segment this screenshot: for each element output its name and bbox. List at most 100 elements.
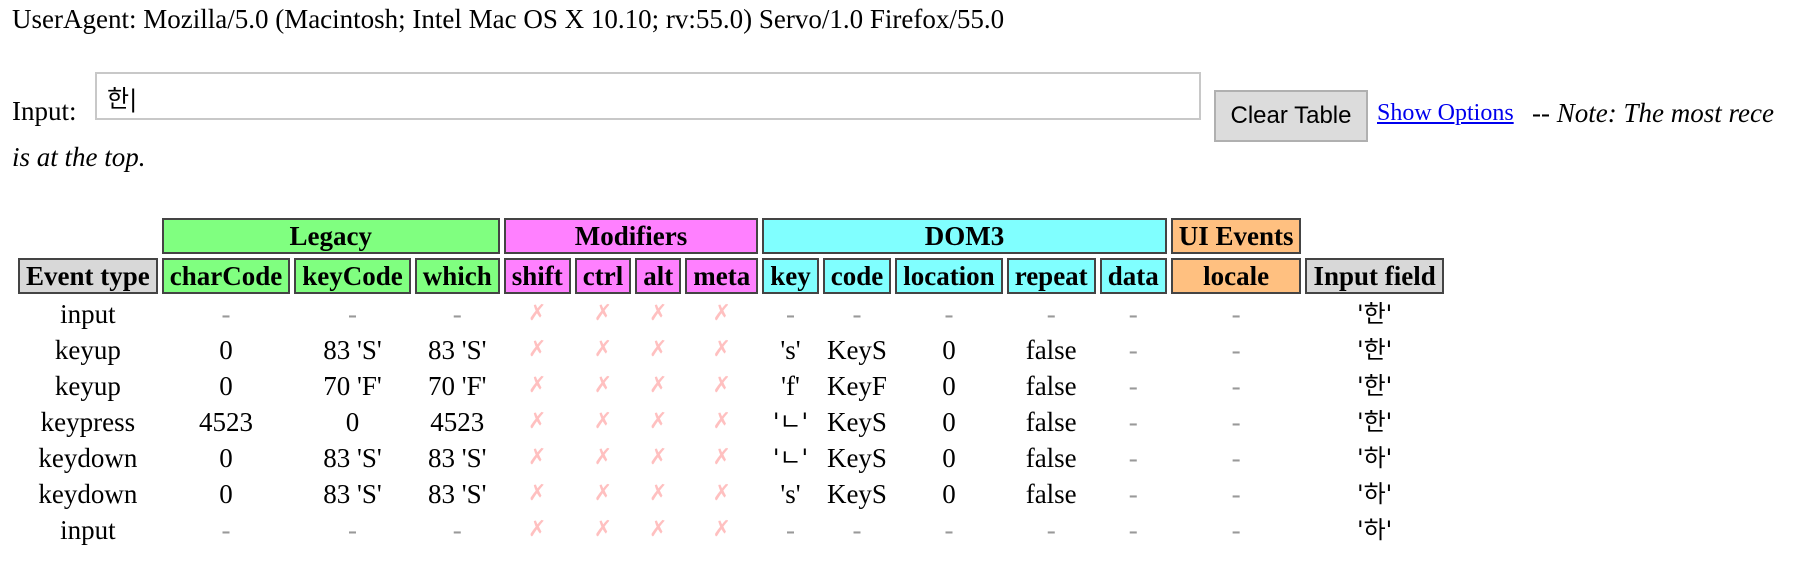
cell-input-field: '하' (1356, 516, 1393, 544)
cell-alt: ✗ (649, 301, 668, 326)
cell-which: - (452, 299, 462, 329)
col-key: key (762, 258, 819, 294)
col-input-field: Input field (1305, 258, 1444, 294)
cell-code: KeyS (826, 335, 887, 365)
cell-event-type: keydown (38, 443, 138, 473)
cell-alt: ✗ (649, 373, 668, 398)
cell-shift: ✗ (528, 445, 547, 470)
cell-event-type: keyup (54, 335, 121, 365)
cell-charcode: 0 (219, 335, 233, 365)
group-header-ui-events: UI Events (1170, 218, 1302, 254)
cell-key: 's' (780, 335, 801, 365)
cell-meta: ✗ (712, 481, 731, 506)
cell-code: - (852, 515, 862, 545)
cell-event-type: keypress (40, 407, 136, 437)
table-row: keyup 0 70 'F' 70 'F' ✗ ✗ ✗ ✗ 'f' KeyF 0… (18, 370, 1444, 402)
cell-alt: ✗ (649, 481, 668, 506)
cell-keycode: 83 'S' (323, 443, 382, 473)
cell-ctrl: ✗ (593, 373, 613, 398)
cell-input-field: '한' (1356, 300, 1393, 328)
cell-data: - (1128, 407, 1138, 437)
col-shift: shift (503, 258, 571, 294)
cell-charcode: 0 (219, 479, 233, 509)
table-row: input - - - ✗ ✗ ✗ ✗ - - - - - - '하' (18, 514, 1444, 546)
cell-location: 0 (942, 479, 956, 509)
cell-repeat: false (1025, 371, 1077, 401)
cell-key: 'f' (781, 371, 800, 401)
col-locale: locale (1170, 258, 1302, 294)
col-location: location (895, 258, 1003, 294)
cell-meta: ✗ (712, 373, 731, 398)
cell-charcode: - (221, 299, 231, 329)
text-input[interactable] (95, 72, 1201, 120)
cell-shift: ✗ (528, 481, 547, 506)
cell-location: - (944, 299, 954, 329)
cell-alt: ✗ (649, 409, 668, 434)
note-text: -- Note: The most rece (1532, 98, 1774, 129)
col-keycode: keyCode (294, 258, 411, 294)
cell-event-type: keydown (38, 479, 138, 509)
cell-data: - (1128, 371, 1138, 401)
cell-ctrl: ✗ (593, 445, 613, 470)
cell-shift: ✗ (528, 409, 547, 434)
note-italic-start: Note: The most rece (1556, 98, 1774, 128)
cell-event-type: input (60, 515, 116, 545)
cell-locale: - (1231, 443, 1241, 473)
cell-key: - (785, 299, 795, 329)
cell-which: - (452, 515, 462, 545)
events-table: Legacy Modifiers DOM3 UI Events Event ty… (14, 214, 1448, 550)
cell-locale: - (1231, 407, 1241, 437)
table-row: keyup 0 83 'S' 83 'S' ✗ ✗ ✗ ✗ 's' KeyS 0… (18, 334, 1444, 366)
cell-code: KeyS (826, 443, 887, 473)
cell-which: 83 'S' (428, 335, 487, 365)
show-options-link[interactable]: Show Options (1377, 100, 1514, 127)
cell-ctrl: ✗ (593, 301, 613, 326)
cell-charcode: 0 (219, 371, 233, 401)
cell-code: KeyS (826, 407, 887, 437)
col-data: data (1099, 258, 1167, 294)
col-alt: alt (635, 258, 682, 294)
note-continuation: is at the top. (12, 142, 146, 172)
cell-repeat: false (1025, 443, 1077, 473)
cell-data: - (1128, 335, 1138, 365)
cell-keycode: - (347, 299, 357, 329)
cell-which: 83 'S' (428, 479, 487, 509)
group-header-blank (18, 218, 158, 254)
cell-event-type: keyup (54, 371, 121, 401)
cell-repeat: false (1025, 335, 1077, 365)
cell-code: KeyF (826, 371, 887, 401)
cell-which: 83 'S' (428, 443, 487, 473)
cell-locale: - (1231, 335, 1241, 365)
table-row: keydown 0 83 'S' 83 'S' ✗ ✗ ✗ ✗ 's' KeyS… (18, 478, 1444, 510)
cell-location: 0 (942, 443, 956, 473)
cell-which: 70 'F' (428, 371, 487, 401)
group-header-legacy: Legacy (161, 218, 500, 254)
cell-input-field: '한' (1356, 408, 1393, 436)
col-meta: meta (685, 258, 759, 294)
cell-charcode: - (221, 515, 231, 545)
col-charcode: charCode (161, 258, 291, 294)
clear-table-button[interactable]: Clear Table (1214, 90, 1368, 142)
cell-which: 4523 (430, 407, 485, 437)
note-dashes: -- (1532, 98, 1557, 128)
cell-data: - (1128, 299, 1138, 329)
col-ctrl: ctrl (574, 258, 632, 294)
cell-alt: ✗ (649, 337, 668, 362)
cell-key: 's' (780, 479, 801, 509)
cell-shift: ✗ (528, 301, 547, 326)
cell-repeat: - (1046, 299, 1056, 329)
cell-input-field: '하' (1356, 444, 1393, 472)
cell-meta: ✗ (712, 517, 731, 542)
column-header-row: Event type charCode keyCode which shift … (18, 258, 1444, 294)
col-event-type: Event type (18, 258, 158, 294)
cell-alt: ✗ (649, 445, 668, 470)
cell-ctrl: ✗ (593, 337, 613, 362)
cell-code: KeyS (826, 479, 887, 509)
cell-ctrl: ✗ (593, 517, 613, 542)
cell-locale: - (1231, 515, 1241, 545)
cell-location: 0 (942, 335, 956, 365)
cell-repeat: - (1046, 515, 1056, 545)
group-header-modifiers: Modifiers (503, 218, 759, 254)
cell-input-field: '한' (1356, 372, 1393, 400)
cell-meta: ✗ (712, 337, 731, 362)
